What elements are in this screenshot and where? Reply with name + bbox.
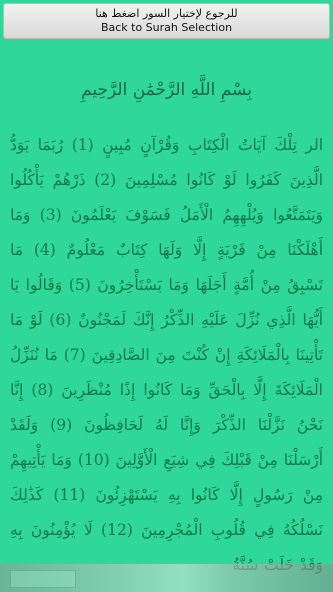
bottom-image-frame — [10, 570, 76, 588]
surah-text: الر تِلْكَ آيَاتُ الْكِتَابِ وَقُرْآنٍ م… — [9, 136, 324, 574]
back-to-surah-selection-button[interactable]: للرجوع لإختيار السور اضغط هنا Back to Su… — [3, 3, 330, 39]
back-button-arabic-label: للرجوع لإختيار السور اضغط هنا — [95, 7, 238, 20]
back-button-english-label: Back to Surah Selection — [100, 21, 233, 34]
surah-scroll-view[interactable]: بِسْمِ اللَّهِ الرَّحْمَٰنِ الرَّحِيمِ ا… — [0, 40, 333, 592]
bottom-image-strip — [0, 564, 333, 592]
basmala: بِسْمِ اللَّهِ الرَّحْمَٰنِ الرَّحِيمِ — [81, 80, 252, 100]
